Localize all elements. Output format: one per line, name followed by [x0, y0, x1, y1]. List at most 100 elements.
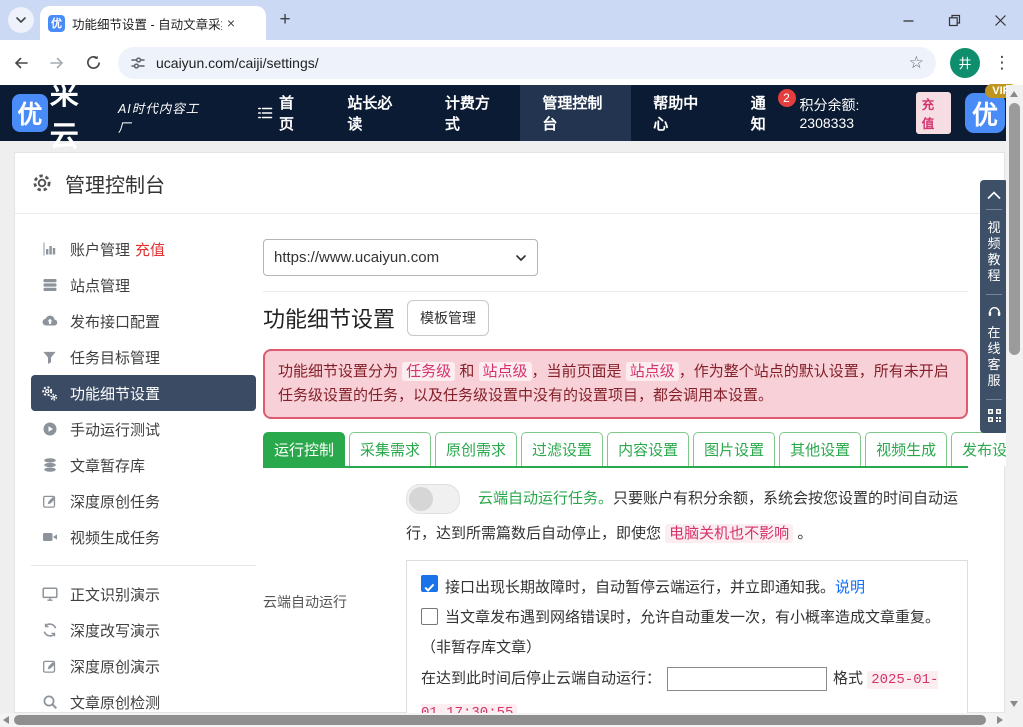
- sidebar-item-account[interactable]: 账户管理 充值: [31, 231, 256, 267]
- sidebar-item-label: 正文识别演示: [70, 584, 160, 605]
- stop-time-input[interactable]: [667, 667, 827, 691]
- sidebar-item-label: 发布接口配置: [70, 311, 160, 332]
- video-tutorial-link[interactable]: 视频教程: [987, 220, 1001, 284]
- tab-content[interactable]: 内容设置: [607, 432, 689, 466]
- sidebar-item-deep-original-task[interactable]: 深度原创任务: [31, 483, 256, 519]
- browser-tab[interactable]: 优 功能细节设置 - 自动文章采集器 ×: [40, 6, 266, 40]
- page-title: 管理控制台: [65, 169, 165, 198]
- tab-close-icon[interactable]: ×: [222, 14, 240, 32]
- list-icon: [257, 105, 273, 121]
- new-tab-button[interactable]: +: [272, 7, 298, 33]
- sidebar: 账户管理 充值 站点管理 发布接口配置 任务目标管理 功能细节设置 手动运: [31, 231, 256, 720]
- chevron-up-icon[interactable]: [987, 191, 1001, 200]
- tab-search-button[interactable]: [8, 7, 34, 33]
- nav-item-label: 帮助中心: [653, 92, 707, 134]
- sidebar-item-task-targets[interactable]: 任务目标管理: [31, 339, 256, 375]
- online-service-link[interactable]: 在线客服: [987, 325, 1001, 389]
- filter-icon: [41, 350, 58, 365]
- settings-level-alert: 功能细节设置分为 任务级 和 站点级，当前页面是 站点级，作为整个站点的默认设置…: [263, 349, 968, 419]
- bookmark-star-icon[interactable]: ☆: [909, 53, 924, 73]
- close-icon: [994, 14, 1007, 27]
- scroll-right-arrow[interactable]: [997, 716, 1003, 724]
- sidebar-item-publish-api[interactable]: 发布接口配置: [31, 303, 256, 339]
- template-manage-button[interactable]: 模板管理: [407, 300, 489, 336]
- browser-menu-icon[interactable]: ⋮: [992, 53, 1012, 73]
- sidebar-item-content-recognition-demo[interactable]: 正文识别演示: [31, 576, 256, 612]
- edit-icon: [41, 659, 58, 674]
- qr-code-icon[interactable]: [988, 409, 1001, 422]
- option-pause-on-failure: 接口出现长期故障时，自动暂停云端运行，并立即通知我。说明: [421, 573, 953, 603]
- code-task-level: 任务级: [402, 362, 455, 381]
- nav-item-label: 管理控制台: [542, 92, 609, 134]
- sidebar-item-article-store[interactable]: 文章暂存库: [31, 447, 256, 483]
- browser-profile-avatar[interactable]: 井: [950, 48, 980, 78]
- browser-address-bar: ucaiyun.com/caiji/settings/ ☆ 井 ⋮: [0, 40, 1023, 85]
- nav-item-pricing[interactable]: 计费方式: [423, 85, 521, 141]
- tab-filter[interactable]: 过滤设置: [521, 432, 603, 466]
- window-restore-button[interactable]: [931, 0, 977, 40]
- tab-other[interactable]: 其他设置: [779, 432, 861, 466]
- sidebar-item-original-demo[interactable]: 深度原创演示: [31, 648, 256, 684]
- tab-run-control[interactable]: 运行控制: [263, 432, 345, 466]
- tab-image[interactable]: 图片设置: [693, 432, 775, 466]
- tab-collect[interactable]: 采集需求: [349, 432, 431, 466]
- scroll-left-arrow[interactable]: [3, 716, 9, 724]
- tab-title: 功能细节设置 - 自动文章采集器: [72, 14, 222, 33]
- window-close-button[interactable]: [977, 0, 1023, 40]
- back-arrow-icon: [12, 54, 30, 72]
- sidebar-divider: [31, 565, 256, 566]
- cloud-auto-run-toggle-row: 云端自动运行任务。只要账户有积分余额，系统会按您设置的时间自动运行，达到所需篇数…: [406, 481, 971, 551]
- section-title-row: 功能细节设置 模板管理: [263, 300, 968, 336]
- sidebar-item-label: 文章原创检测: [70, 692, 160, 713]
- alert-text: 功能细节设置分为: [278, 363, 402, 380]
- cloud-auto-run-toggle[interactable]: [406, 484, 460, 514]
- horizontal-scroll-thumb[interactable]: [14, 715, 986, 725]
- sidebar-item-manual-run[interactable]: 手动运行测试: [31, 411, 256, 447]
- nav-item-console[interactable]: 管理控制台: [520, 85, 631, 141]
- window-minimize-button[interactable]: [885, 0, 931, 40]
- console-card: 管理控制台 账户管理 充值 站点管理 发布接口配置 任务目标管理: [14, 152, 1005, 713]
- site-select[interactable]: https://www.ucaiyun.com: [263, 239, 538, 276]
- scroll-up-arrow[interactable]: [1010, 91, 1018, 97]
- headset-icon[interactable]: [987, 304, 1002, 318]
- nav-item-help[interactable]: 帮助中心: [631, 85, 729, 141]
- site-select-value: https://www.ucaiyun.com: [274, 249, 515, 266]
- tab-original[interactable]: 原创需求: [435, 432, 517, 466]
- divider: [986, 294, 1002, 295]
- vertical-scroll-thumb[interactable]: [1009, 103, 1020, 355]
- explain-link[interactable]: 说明: [835, 579, 865, 596]
- sidebar-item-label: 站点管理: [70, 275, 130, 296]
- sidebar-item-video-task[interactable]: 视频生成任务: [31, 519, 256, 555]
- scroll-down-arrow[interactable]: [1010, 701, 1018, 707]
- sidebar-item-label: 手动运行测试: [70, 419, 160, 440]
- user-avatar-wrap[interactable]: 优 VIP: [965, 93, 1005, 133]
- tab-video[interactable]: 视频生成: [865, 432, 947, 466]
- back-button[interactable]: [6, 48, 36, 78]
- nav-item-must-read[interactable]: 站长必读: [325, 85, 423, 141]
- reload-icon: [85, 54, 102, 71]
- user-avatar[interactable]: 优: [965, 93, 1005, 133]
- checkbox-unchecked[interactable]: [421, 608, 438, 625]
- sidebar-recharge-link[interactable]: 充值: [135, 239, 165, 260]
- browser-tab-bar: 优 功能细节设置 - 自动文章采集器 × +: [0, 0, 1023, 40]
- sidebar-item-rewrite-demo[interactable]: 深度改写演示: [31, 612, 256, 648]
- nav-item-home[interactable]: 首页: [235, 85, 325, 141]
- sidebar-item-sites[interactable]: 站点管理: [31, 267, 256, 303]
- sidebar-item-feature-settings[interactable]: 功能细节设置: [31, 375, 256, 411]
- bar-chart-icon: [41, 241, 58, 257]
- recharge-button[interactable]: 充值: [916, 92, 951, 134]
- logo-icon[interactable]: 优: [12, 94, 48, 132]
- server-icon: [41, 277, 58, 293]
- logo-text[interactable]: 采云: [50, 71, 108, 155]
- toggle-label: 云端自动运行任务。: [478, 490, 613, 507]
- nav-item-notifications[interactable]: 通知 2: [729, 85, 800, 141]
- vertical-scrollbar[interactable]: [1006, 85, 1023, 713]
- url-text[interactable]: ucaiyun.com/caiji/settings/: [156, 55, 909, 71]
- notification-badge: 2: [778, 89, 796, 107]
- sidebar-item-label: 深度改写演示: [70, 620, 160, 641]
- checkbox-checked[interactable]: [421, 575, 438, 592]
- url-bar[interactable]: ucaiyun.com/caiji/settings/ ☆: [118, 47, 936, 79]
- nav-item-label: 站长必读: [347, 92, 401, 134]
- horizontal-scrollbar[interactable]: [0, 713, 1006, 727]
- scrollbar-corner: [1006, 713, 1023, 727]
